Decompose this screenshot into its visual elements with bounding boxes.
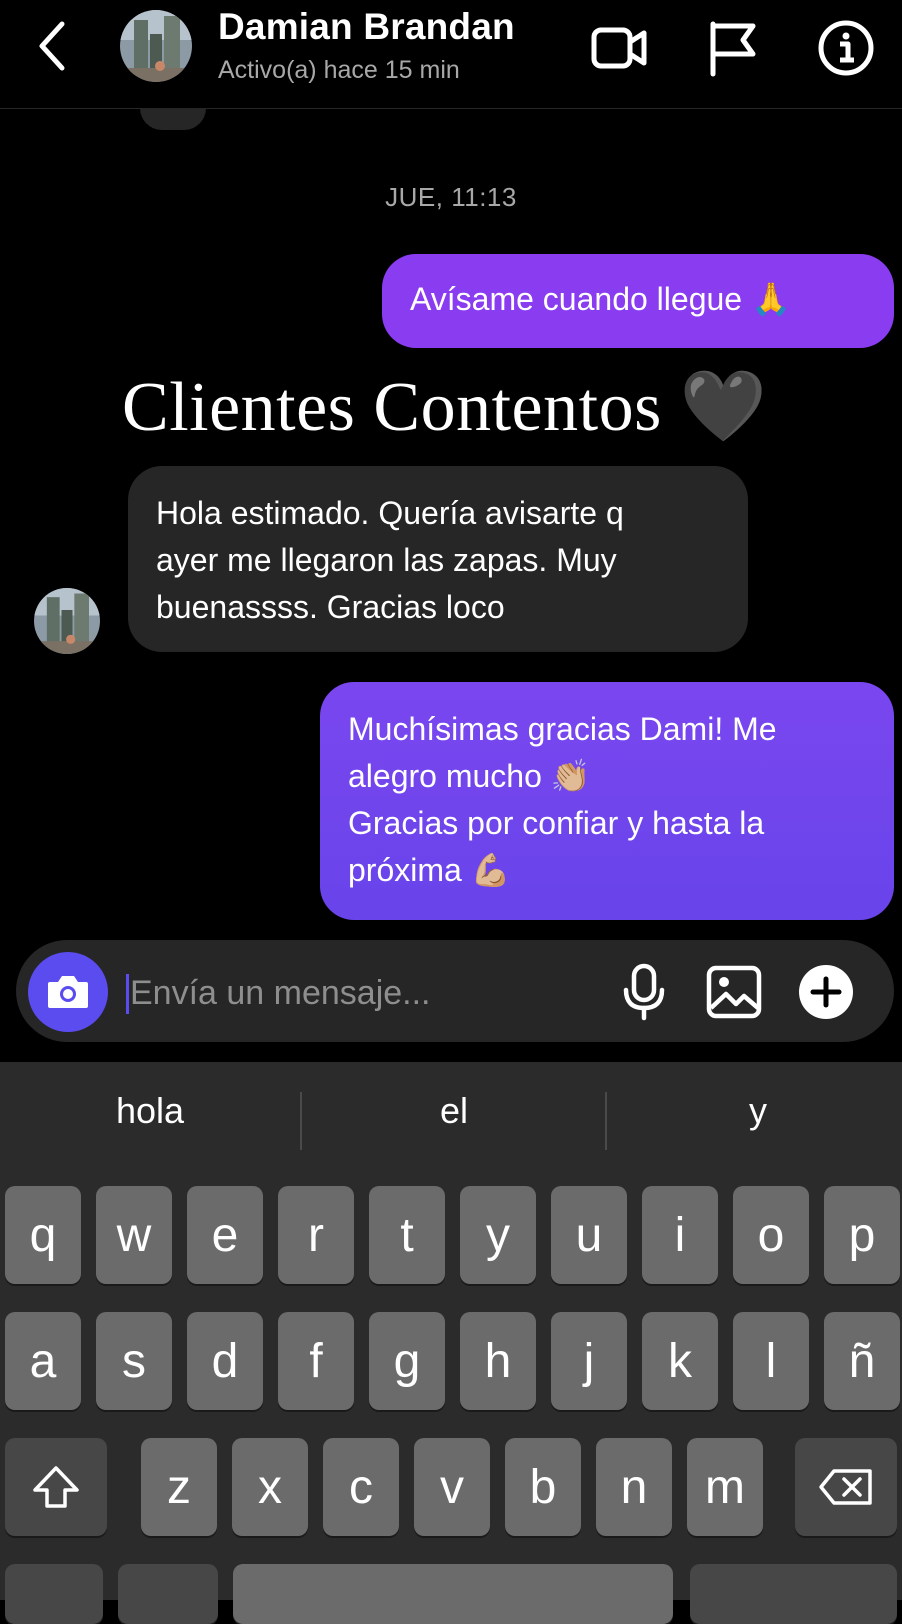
gallery-icon: [706, 965, 762, 1019]
return-key[interactable]: [690, 1564, 897, 1624]
key-t[interactable]: t: [369, 1186, 445, 1284]
key-j[interactable]: j: [551, 1312, 627, 1410]
key-n[interactable]: n: [596, 1438, 672, 1536]
key-o[interactable]: o: [733, 1186, 809, 1284]
shift-icon: [33, 1466, 79, 1508]
suggestion-0[interactable]: hola: [0, 1090, 300, 1132]
sent-message-bubble[interactable]: Avísame cuando llegue 🙏: [382, 254, 894, 348]
suggestion-divider: [605, 1092, 607, 1150]
camera-icon: [48, 976, 88, 1008]
key-b[interactable]: b: [505, 1438, 581, 1536]
backspace-key[interactable]: [795, 1438, 897, 1536]
key-i[interactable]: i: [642, 1186, 718, 1284]
key-y[interactable]: y: [460, 1186, 536, 1284]
sender-avatar[interactable]: [34, 588, 100, 654]
microphone-icon: [623, 963, 665, 1021]
report-button[interactable]: [705, 18, 765, 78]
contact-status: Activo(a) hace 15 min: [218, 56, 460, 84]
key-k[interactable]: k: [642, 1312, 718, 1410]
key-p[interactable]: p: [824, 1186, 900, 1284]
key-l[interactable]: l: [733, 1312, 809, 1410]
back-icon: [39, 21, 65, 71]
more-options-button[interactable]: [798, 964, 854, 1020]
key-enie[interactable]: ñ: [824, 1312, 900, 1410]
overlay-caption: Clientes Contentos 🖤: [122, 369, 768, 446]
message-line: Muchísimas gracias Dami! Me: [348, 711, 777, 747]
plus-icon: [799, 965, 853, 1019]
message-input[interactable]: [130, 966, 590, 1020]
gallery-button[interactable]: [704, 962, 764, 1022]
shift-key[interactable]: [5, 1438, 107, 1536]
contact-avatar[interactable]: [120, 10, 192, 82]
received-message-bubble[interactable]: Hola estimado. Quería avisarte q ayer me…: [128, 466, 748, 652]
key-u[interactable]: u: [551, 1186, 627, 1284]
key-w[interactable]: w: [96, 1186, 172, 1284]
key-m[interactable]: m: [687, 1438, 763, 1536]
key-f[interactable]: f: [278, 1312, 354, 1410]
suggestion-divider: [300, 1092, 302, 1150]
back-button[interactable]: [30, 18, 76, 74]
message-line: Gracias por confiar y hasta la: [348, 805, 765, 841]
reaction-badge: [140, 108, 206, 130]
key-h[interactable]: h: [460, 1312, 536, 1410]
emoji-key[interactable]: [118, 1564, 218, 1624]
message-timestamp: JUE, 11:13: [385, 182, 517, 212]
info-button[interactable]: [816, 18, 876, 78]
space-key[interactable]: [233, 1564, 673, 1624]
sent-message-bubble[interactable]: Muchísimas gracias Dami! Me alegro mucho…: [320, 682, 894, 920]
flag-icon: [710, 21, 756, 77]
video-call-button[interactable]: [590, 18, 650, 78]
key-d[interactable]: d: [187, 1312, 263, 1410]
key-s[interactable]: s: [96, 1312, 172, 1410]
message-line: ayer me llegaron las zapas. Muy: [156, 542, 617, 578]
message-line: próxima 💪🏼: [348, 852, 511, 888]
key-c[interactable]: c: [323, 1438, 399, 1536]
key-x[interactable]: x: [232, 1438, 308, 1536]
suggestion-1[interactable]: el: [304, 1090, 604, 1132]
backspace-icon: [819, 1469, 872, 1505]
text-caret: [126, 974, 129, 1014]
key-r[interactable]: r: [278, 1186, 354, 1284]
key-q[interactable]: q: [5, 1186, 81, 1284]
voice-message-button[interactable]: [616, 962, 672, 1022]
suggestion-2[interactable]: y: [608, 1090, 902, 1132]
message-line: alegro mucho 👏🏼: [348, 758, 591, 794]
video-call-icon: [591, 27, 647, 69]
key-e[interactable]: e: [187, 1186, 263, 1284]
numbers-key[interactable]: [5, 1564, 103, 1624]
camera-button[interactable]: [28, 952, 108, 1032]
key-g[interactable]: g: [369, 1312, 445, 1410]
message-line: Hola estimado. Quería avisarte q: [156, 495, 624, 531]
key-a[interactable]: a: [5, 1312, 81, 1410]
key-z[interactable]: z: [141, 1438, 217, 1536]
key-v[interactable]: v: [414, 1438, 490, 1536]
contact-name[interactable]: Damian Brandan: [218, 6, 515, 48]
info-icon: [818, 20, 874, 76]
message-line: buenassss. Gracias loco: [156, 589, 505, 625]
